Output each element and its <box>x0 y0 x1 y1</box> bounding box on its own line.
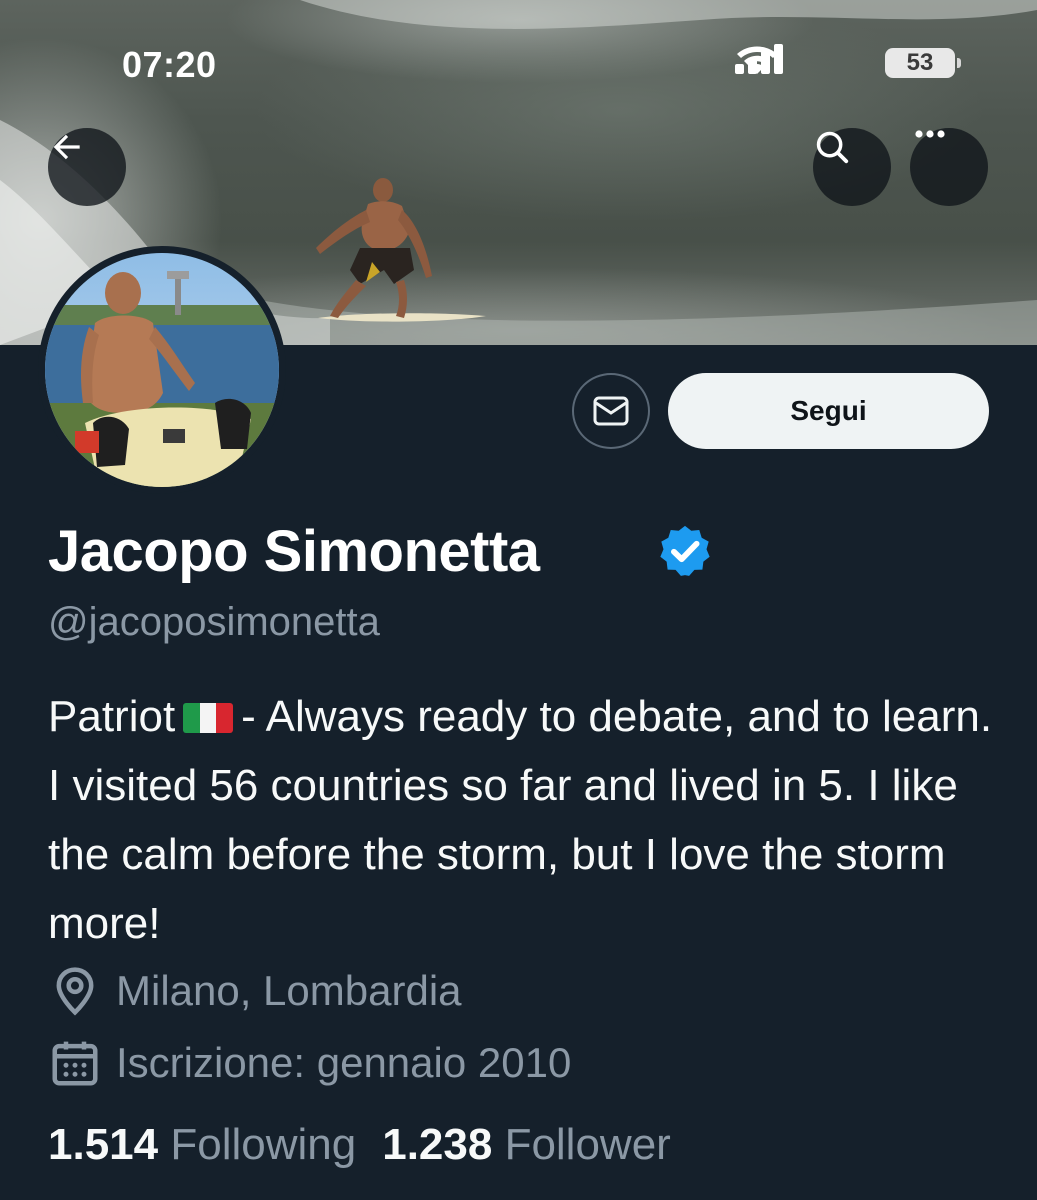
status-icons: 53 <box>735 44 961 84</box>
italy-flag-icon <box>183 703 234 733</box>
more-icon <box>915 130 945 138</box>
joined-row: Iscrizione: gennaio 2010 <box>48 1036 571 1090</box>
bio-text-start: Patriot <box>48 692 176 741</box>
display-name: Jacopo Simonetta <box>48 519 540 584</box>
search-icon <box>816 131 849 164</box>
follow-button[interactable]: Segui <box>668 373 989 449</box>
back-arrow-icon <box>53 134 80 160</box>
follow-stats: 1.514 Following 1.238 Follower <box>48 1120 697 1170</box>
following-link[interactable]: 1.514 Following <box>48 1120 356 1170</box>
followers-link[interactable]: 1.238 Follower <box>382 1120 671 1170</box>
more-button[interactable] <box>910 128 988 206</box>
user-handle: @jacoposimonetta <box>48 600 380 644</box>
wifi-icon <box>737 46 777 74</box>
status-time: 07:20 <box>122 44 217 85</box>
location-pin-icon <box>56 967 94 1016</box>
following-label: Following <box>170 1120 357 1169</box>
message-button[interactable] <box>572 373 650 449</box>
battery-icon: 53 <box>885 48 961 78</box>
verified-badge-icon <box>660 525 710 576</box>
avatar-photo <box>45 253 279 487</box>
location-row: Milano, Lombardia <box>48 964 462 1018</box>
location-text: Milano, Lombardia <box>116 967 462 1014</box>
search-button[interactable] <box>813 128 891 206</box>
surfer-figure <box>316 178 432 318</box>
envelope-icon <box>593 396 629 426</box>
follower-count: 1.238 <box>382 1120 493 1169</box>
joined-text: Iscrizione: gennaio 2010 <box>116 1039 572 1086</box>
profile-avatar[interactable] <box>38 246 286 494</box>
back-button[interactable] <box>48 128 126 206</box>
bio: Patriot - Always ready to debate, and to … <box>48 682 998 958</box>
follower-label: Follower <box>504 1120 671 1169</box>
profile-page: 07:20 53 Segui Jacopo Simonetta @jacopos… <box>0 0 1037 1200</box>
calendar-icon <box>52 1041 98 1086</box>
following-count: 1.514 <box>48 1120 159 1169</box>
